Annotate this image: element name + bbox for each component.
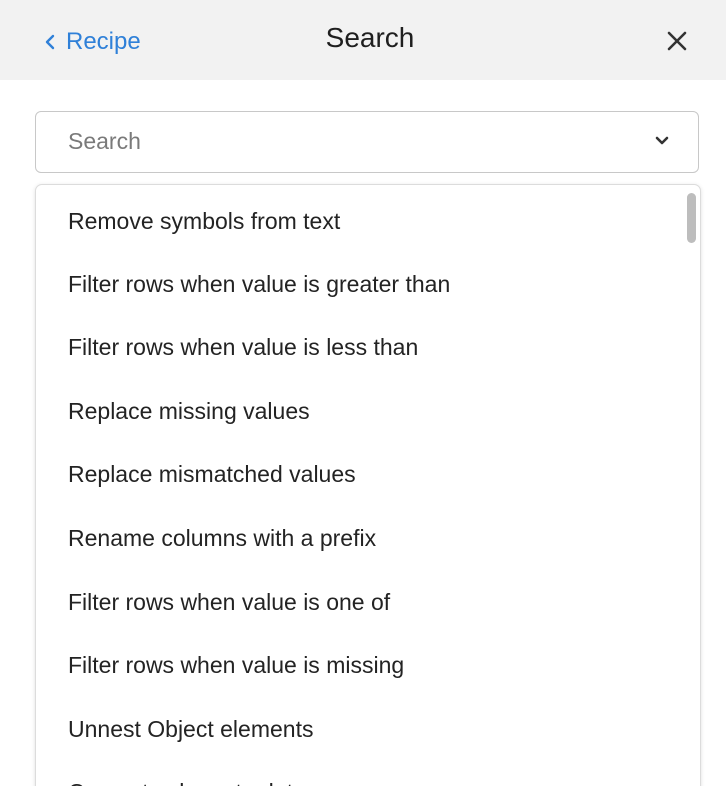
dropdown-option[interactable]: Filter rows when value is greater than [68,264,450,304]
dropdown-option[interactable]: Convert column to date [68,772,306,786]
dropdown-list: Remove symbols from text Filter rows whe… [35,184,701,786]
chevron-left-icon [45,34,55,50]
dropdown-option[interactable]: Unnest Object elements [68,709,313,749]
chevron-down-icon[interactable] [654,134,670,148]
search-combobox[interactable] [35,111,699,173]
dropdown-option[interactable]: Replace mismatched values [68,454,356,494]
search-input[interactable] [68,112,628,171]
back-label: Recipe [66,28,141,55]
header-bar: Recipe Search [0,0,726,80]
close-icon[interactable] [664,28,690,54]
dropdown-option[interactable]: Filter rows when value is less than [68,327,418,367]
dropdown-option[interactable]: Replace missing values [68,391,310,431]
page-title: Search [325,22,415,53]
scrollbar-thumb[interactable] [687,193,696,243]
dropdown-option[interactable]: Filter rows when value is one of [68,582,390,622]
back-button[interactable]: Recipe [44,26,141,58]
search-panel: Recipe Search Remove symbols from text F… [0,0,726,786]
dropdown-option[interactable]: Filter rows when value is missing [68,645,404,685]
dropdown-option[interactable]: Remove symbols from text [68,201,340,241]
dropdown-option[interactable]: Rename columns with a prefix [68,518,376,558]
